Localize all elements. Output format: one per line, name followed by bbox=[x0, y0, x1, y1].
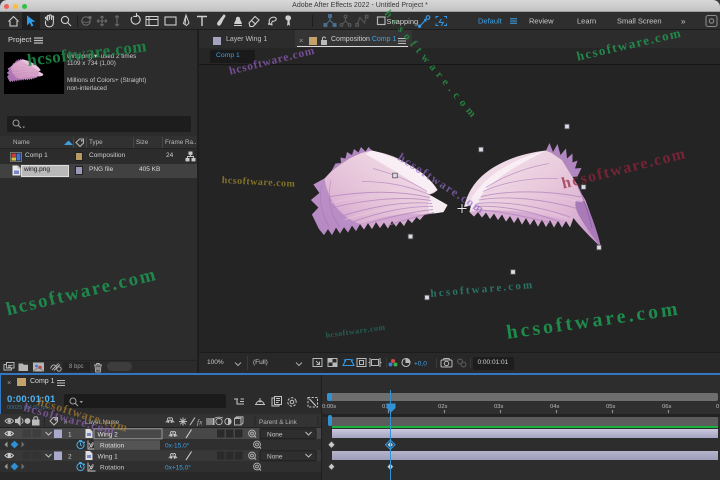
svg-text:None: None bbox=[267, 431, 283, 438]
svg-text:Wing 2: Wing 2 bbox=[98, 431, 119, 438]
svg-text:0x+15,0°: 0x+15,0° bbox=[165, 464, 191, 472]
svg-text:fx: fx bbox=[197, 417, 203, 426]
svg-text:Parent & Link: Parent & Link bbox=[259, 419, 298, 426]
svg-text:»: » bbox=[681, 17, 686, 26]
svg-text:2: 2 bbox=[68, 453, 72, 460]
svg-text:Review: Review bbox=[529, 17, 554, 26]
svg-text:1: 1 bbox=[68, 431, 72, 438]
svg-text:Default: Default bbox=[478, 17, 503, 26]
svg-text:None: None bbox=[267, 453, 283, 460]
svg-text:0x-15,0°: 0x-15,0° bbox=[165, 442, 190, 450]
svg-text:Learn: Learn bbox=[577, 17, 596, 26]
svg-text:Rotation: Rotation bbox=[100, 465, 125, 472]
svg-text:Rotation: Rotation bbox=[100, 443, 125, 450]
svg-text:+0,0: +0,0 bbox=[414, 361, 427, 368]
svg-text:Snapping: Snapping bbox=[387, 17, 419, 26]
svg-text:#: # bbox=[64, 419, 68, 426]
svg-text:Small Screen: Small Screen bbox=[617, 17, 662, 26]
svg-text:Layer Name: Layer Name bbox=[85, 419, 120, 426]
svg-text:Wing 1: Wing 1 bbox=[98, 453, 119, 460]
